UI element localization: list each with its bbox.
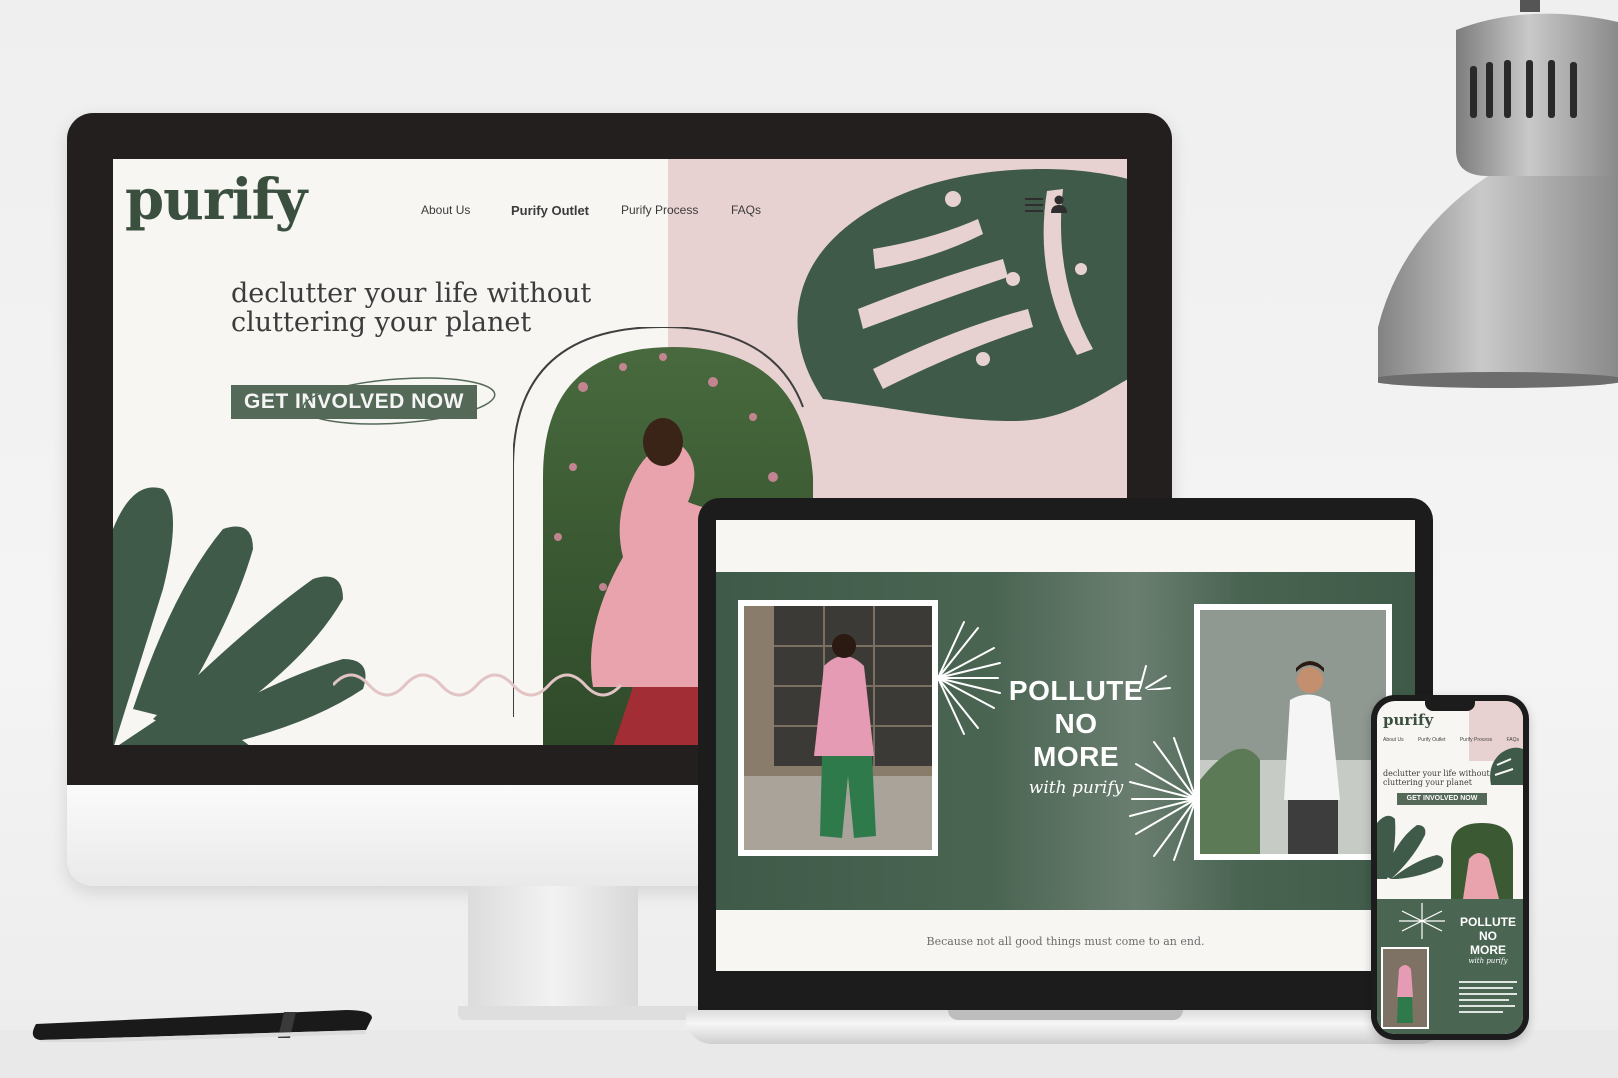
white-tee-model-image [1200,610,1386,854]
mobile-get-involved-button[interactable]: GET INVOLVED NOW [1397,793,1487,805]
nav-about-us[interactable]: About Us [421,203,470,217]
mobile-headline-line-1: declutter your life without [1383,769,1490,778]
nav-purify-process[interactable]: Purify Process [621,203,698,217]
mobile-arch-photo [1451,823,1513,909]
mobile-pollute-heading: POLLUTE NO MORE [1453,915,1523,957]
mobile-starburst-icon [1399,903,1445,939]
mobile-nav: About Us Purify Outlet Purify Process FA… [1383,737,1519,743]
nav-faqs[interactable]: FAQs [731,203,761,217]
pink-coat-model-image [744,606,932,850]
mobile-monstera-icon [1490,747,1523,785]
purify-logo[interactable]: purify [125,167,307,233]
starburst-icon-2 [1129,737,1197,861]
mobile-nav-outlet[interactable]: Purify Outlet [1418,737,1446,743]
mobile-purify-logo[interactable]: purify [1383,711,1433,729]
nav-purify-outlet[interactable]: Purify Outlet [511,203,589,218]
mobile-with-purify: with purify [1468,957,1508,965]
monitor-stand-neck [468,886,638,1006]
laptop-hinge-notch [948,1010,1183,1020]
mobile-pink-coat-model-image [1383,949,1427,1027]
laptop-device: POLLUTE NO MORE with purify Because not … [686,498,1446,1044]
mobile-nav-process[interactable]: Purify Process [1460,737,1492,743]
mobile-body-text-block [1459,981,1517,1013]
desk-lamp-image [1378,0,1618,388]
monitor-stand-foot [458,1006,698,1020]
laptop-tagline: Because not all good things must come to… [926,935,1205,948]
menu-icon[interactable] [1025,197,1043,213]
starburst-icon [937,621,1001,735]
decorative-squiggle [333,673,623,697]
mobile-nav-faqs[interactable]: FAQs [1506,737,1519,743]
user-icon[interactable] [1051,195,1067,213]
mobile-headline-line-2: cluttering your planet [1383,778,1472,787]
laptop-homepage: POLLUTE NO MORE with purify Because not … [716,520,1415,971]
headline-line-1: declutter your life without [231,278,592,309]
mobile-nav-about[interactable]: About Us [1383,737,1404,743]
mobile-palm-icon [1377,815,1444,879]
mobile-homepage: purify About Us Purify Outlet Purify Pro… [1377,701,1523,1034]
mobile-pollute-line-2: NO [1479,929,1497,943]
notebook-image [32,1010,373,1042]
pollute-line-1: POLLUTE [1008,675,1144,706]
mobile-pollute-line-3: MORE [1470,943,1506,957]
smartphone-device: purify About Us Purify Outlet Purify Pro… [1371,695,1529,1040]
model-photo-pink-coat [738,600,938,856]
model-photo-white-tee [1194,604,1392,860]
pollute-banner: POLLUTE NO MORE with purify [716,572,1415,910]
phone-notch [1425,701,1475,711]
mobile-model-photo [1381,947,1429,1029]
sparkle-icon [1139,665,1171,690]
laptop-lid: POLLUTE NO MORE with purify Because not … [698,498,1433,1018]
mobile-headline: declutter your life without cluttering y… [1383,769,1490,787]
cta-outline-scribble [302,377,496,425]
with-purify-script: with purify [1028,778,1124,798]
mobile-pollute-line-1: POLLUTE [1460,915,1516,929]
